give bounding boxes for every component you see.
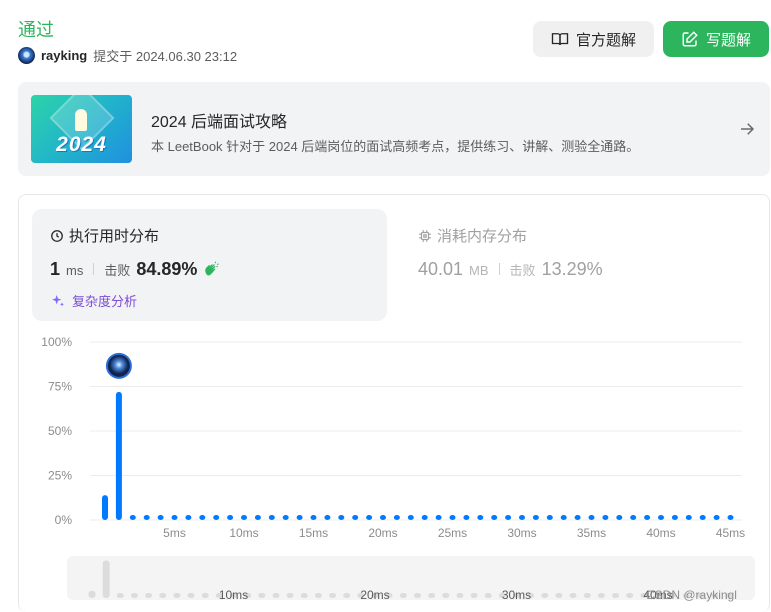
y-tick-label: 100% bbox=[41, 335, 72, 349]
chart-bar bbox=[449, 515, 456, 520]
y-tick-label: 75% bbox=[48, 380, 72, 394]
overview-bar bbox=[484, 593, 492, 598]
overview-bar bbox=[329, 593, 337, 598]
chart-bar bbox=[338, 515, 345, 520]
overview-bar bbox=[456, 593, 464, 598]
chart-bar bbox=[602, 515, 609, 520]
chart-bar bbox=[421, 515, 428, 520]
watermark: CSDN @raykingl bbox=[646, 588, 737, 602]
overview-bar bbox=[272, 593, 280, 598]
chart-bar bbox=[366, 515, 373, 520]
chart-bar bbox=[685, 515, 692, 520]
chart-bar bbox=[658, 515, 664, 520]
chart-bar bbox=[268, 515, 275, 520]
chart-bar bbox=[644, 515, 651, 520]
overview-bar bbox=[569, 593, 577, 598]
user-marker-avatar bbox=[107, 354, 130, 377]
chart-bar bbox=[560, 515, 567, 520]
x-tick-label: 40ms bbox=[646, 526, 675, 540]
overview-bar bbox=[300, 593, 308, 598]
chart-bar bbox=[129, 515, 136, 520]
overview-bar bbox=[597, 593, 605, 598]
overview-bar bbox=[173, 593, 181, 598]
overview-bar bbox=[159, 593, 167, 598]
overview-bar bbox=[116, 593, 124, 598]
overview-tick-label: 10ms bbox=[219, 588, 248, 602]
overview-bar bbox=[399, 593, 407, 598]
overview-bar bbox=[314, 593, 322, 598]
chart-bar bbox=[115, 391, 122, 520]
runtime-distribution-chart[interactable]: 0% 25% 50% 75% 100% 5ms 10ms 15ms 20ms 25ms 30ms 35… bbox=[0, 0, 771, 612]
chart-bar bbox=[505, 515, 512, 520]
y-tick-label: 50% bbox=[48, 424, 72, 438]
x-tick-label: 45ms bbox=[716, 526, 745, 540]
chart-bar bbox=[616, 515, 623, 520]
overview-bar bbox=[612, 593, 620, 598]
chart-bar bbox=[282, 515, 289, 520]
chart-bar bbox=[727, 515, 734, 520]
chart-bar bbox=[213, 515, 220, 520]
chart-bar bbox=[185, 515, 192, 520]
chart-bar bbox=[241, 515, 247, 520]
x-tick-label: 15ms bbox=[299, 526, 328, 540]
chart-bar bbox=[310, 515, 317, 520]
overview-bar bbox=[442, 593, 450, 598]
overview-bar bbox=[555, 593, 563, 598]
overview-bar bbox=[583, 593, 591, 598]
chart-bar bbox=[227, 515, 234, 520]
chart-bar bbox=[102, 495, 108, 520]
x-tick-label: 25ms bbox=[438, 526, 467, 540]
chart-bar bbox=[588, 515, 595, 520]
chart-bar bbox=[324, 515, 331, 520]
chart-bar bbox=[699, 515, 706, 520]
chart-bar bbox=[171, 515, 178, 520]
chart-bar bbox=[296, 515, 303, 520]
chart-bar bbox=[546, 515, 553, 520]
chart-bar bbox=[199, 515, 206, 520]
chart-bar bbox=[630, 515, 637, 520]
overview-bar bbox=[258, 593, 266, 598]
chart-bar bbox=[435, 515, 442, 520]
overview-bar bbox=[130, 593, 138, 598]
chart-bar bbox=[491, 515, 498, 520]
chart-bar bbox=[713, 515, 720, 520]
chart-bar bbox=[157, 515, 164, 520]
x-tick-label: 5ms bbox=[163, 526, 186, 540]
x-tick-label: 10ms bbox=[229, 526, 258, 540]
chart-bar bbox=[477, 515, 484, 520]
overview-tick-label: 20ms bbox=[360, 588, 389, 602]
overview-bar bbox=[541, 593, 549, 598]
overview-bar bbox=[470, 593, 478, 598]
chart-bar bbox=[254, 515, 261, 520]
chart-bar bbox=[463, 515, 470, 520]
y-tick-label: 0% bbox=[55, 513, 73, 527]
overview-bar bbox=[428, 593, 436, 598]
overview-tick-label: 30ms bbox=[502, 588, 531, 602]
chart-bar bbox=[574, 515, 581, 520]
chart-bar bbox=[671, 515, 678, 520]
overview-bar bbox=[413, 593, 421, 598]
chart-bar bbox=[532, 515, 539, 520]
overview-bar bbox=[201, 593, 209, 598]
chart-bar bbox=[407, 515, 414, 520]
chart-bar bbox=[143, 515, 150, 520]
overview-bar bbox=[88, 590, 96, 598]
overview-bar bbox=[286, 593, 294, 598]
overview-bar bbox=[145, 593, 153, 598]
overview-bar bbox=[102, 560, 110, 598]
overview-bar bbox=[187, 593, 195, 598]
overview-bar bbox=[626, 593, 634, 598]
chart-bar bbox=[380, 515, 386, 520]
y-tick-label: 25% bbox=[48, 469, 72, 483]
overview-bar bbox=[343, 593, 351, 598]
chart-bar bbox=[393, 515, 400, 520]
chart-bar bbox=[519, 515, 525, 520]
x-tick-label: 20ms bbox=[368, 526, 397, 540]
x-tick-label: 30ms bbox=[507, 526, 536, 540]
x-tick-label: 35ms bbox=[577, 526, 606, 540]
chart-bar bbox=[352, 515, 359, 520]
